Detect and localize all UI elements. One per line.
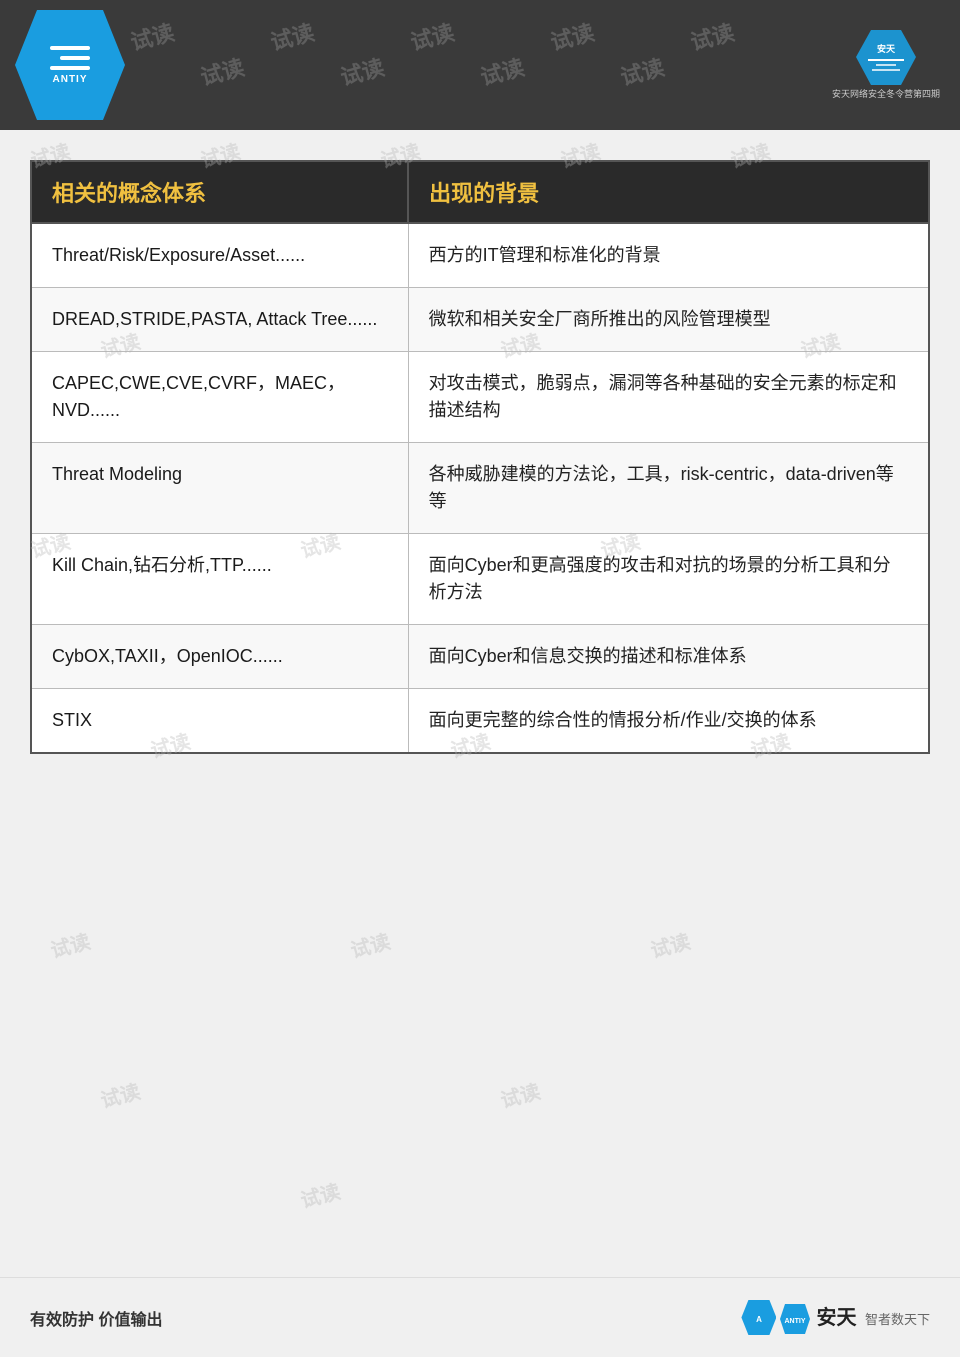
logo-line-1 — [50, 46, 90, 50]
table-cell-left-1: DREAD,STRIDE,PASTA, Attack Tree...... — [31, 288, 408, 352]
svg-text:A: A — [756, 1315, 762, 1324]
table-cell-right-1: 微软和相关安全厂商所推出的风险管理模型 — [408, 288, 929, 352]
watermark-7: 试读 — [337, 50, 388, 92]
watermark-8: 试读 — [477, 50, 528, 92]
cwm-20: 试读 — [297, 1175, 343, 1213]
watermark-6: 试读 — [197, 50, 248, 92]
table-row: Threat Modeling各种威胁建模的方法论，工具，risk-centri… — [31, 443, 929, 534]
header-right-logo: 安天 安天网络安全冬令营第四期 — [832, 30, 940, 100]
table-cell-left-4: Kill Chain,钻石分析,TTP...... — [31, 534, 408, 625]
footer-brand: ANTIY 安天 智者数天下 — [780, 1301, 930, 1333]
cwm-16: 试读 — [347, 925, 393, 963]
cwm-15: 试读 — [47, 925, 93, 963]
table-header-row: 相关的概念体系 出现的背景 — [31, 161, 929, 223]
antiy-emblem: 安天 — [856, 30, 916, 85]
antiy-logo: ANTIY — [15, 10, 125, 120]
main-content: 试读 试读 试读 试读 试读 试读 试读 试读 试读 试读 试读 试读 试读 试… — [0, 130, 960, 774]
table-cell-left-0: Threat/Risk/Exposure/Asset...... — [31, 223, 408, 288]
header-right-text: 安天网络安全冬令营第四期 — [832, 87, 940, 100]
logo-lines — [50, 46, 90, 70]
cwm-18: 试读 — [97, 1075, 143, 1113]
emblem-svg: 安天 — [856, 30, 916, 85]
watermark-9: 试读 — [617, 50, 668, 92]
table-row: Threat/Risk/Exposure/Asset......西方的IT管理和… — [31, 223, 929, 288]
footer-brand-text: 安天 — [817, 1307, 857, 1329]
cwm-17: 试读 — [647, 925, 693, 963]
table-cell-left-6: STIX — [31, 689, 408, 754]
table-row: STIX面向更完整的综合性的情报分析/作业/交换的体系 — [31, 689, 929, 754]
table-row: DREAD,STRIDE,PASTA, Attack Tree......微软和… — [31, 288, 929, 352]
table-row: CAPEC,CWE,CVE,CVRF，MAEC，NVD......对攻击模式，脆… — [31, 352, 929, 443]
table-row: Kill Chain,钻石分析,TTP......面向Cyber和更高强度的攻击… — [31, 534, 929, 625]
table-cell-right-0: 西方的IT管理和标准化的背景 — [408, 223, 929, 288]
table-cell-right-2: 对攻击模式，脆弱点，漏洞等各种基础的安全元素的标定和描述结构 — [408, 352, 929, 443]
logo-line-3 — [50, 66, 90, 70]
svg-text:安天: 安天 — [877, 43, 896, 54]
table-cell-right-6: 面向更完整的综合性的情报分析/作业/交换的体系 — [408, 689, 929, 754]
main-table: 相关的概念体系 出现的背景 Threat/Risk/Exposure/Asset… — [30, 160, 930, 754]
header-watermarks: 试读 试读 试读 试读 试读 试读 试读 试读 试读 — [0, 0, 960, 130]
table-cell-right-5: 面向Cyber和信息交换的描述和标准体系 — [408, 625, 929, 689]
col2-header: 出现的背景 — [408, 161, 929, 223]
watermark-4: 试读 — [547, 15, 598, 57]
watermark-1: 试读 — [127, 15, 178, 57]
logo-line-2 — [60, 56, 90, 60]
table-cell-right-4: 面向Cyber和更高强度的攻击和对抗的场景的分析工具和分析方法 — [408, 534, 929, 625]
logo-label: ANTIY — [53, 74, 88, 85]
watermark-5: 试读 — [687, 15, 738, 57]
table-cell-left-5: CybOX,TAXII，OpenIOC...... — [31, 625, 408, 689]
svg-text:ANTIY: ANTIY — [785, 1318, 806, 1325]
table-cell-left-2: CAPEC,CWE,CVE,CVRF，MAEC，NVD...... — [31, 352, 408, 443]
footer-logo-icon: A — [741, 1300, 776, 1335]
watermark-3: 试读 — [407, 15, 458, 57]
col1-header: 相关的概念体系 — [31, 161, 408, 223]
footer-logo: A ANTIY 安天 智者数天下 — [741, 1300, 930, 1335]
cwm-19: 试读 — [497, 1075, 543, 1113]
footer-left-text: 有效防护 价值输出 — [30, 1306, 162, 1330]
footer: 有效防护 价值输出 A ANTIY 安天 智者数天下 — [0, 1277, 960, 1357]
table-row: CybOX,TAXII，OpenIOC......面向Cyber和信息交换的描述… — [31, 625, 929, 689]
header: 试读 试读 试读 试读 试读 试读 试读 试读 试读 ANTIY 安天 — [0, 0, 960, 130]
footer-brand-sub: 智者数天下 — [865, 1312, 930, 1327]
watermark-2: 试读 — [267, 15, 318, 57]
footer-brand-name: ANTIY — [780, 1304, 816, 1329]
table-cell-left-3: Threat Modeling — [31, 443, 408, 534]
table-cell-right-3: 各种威胁建模的方法论，工具，risk-centric，data-driven等等 — [408, 443, 929, 534]
